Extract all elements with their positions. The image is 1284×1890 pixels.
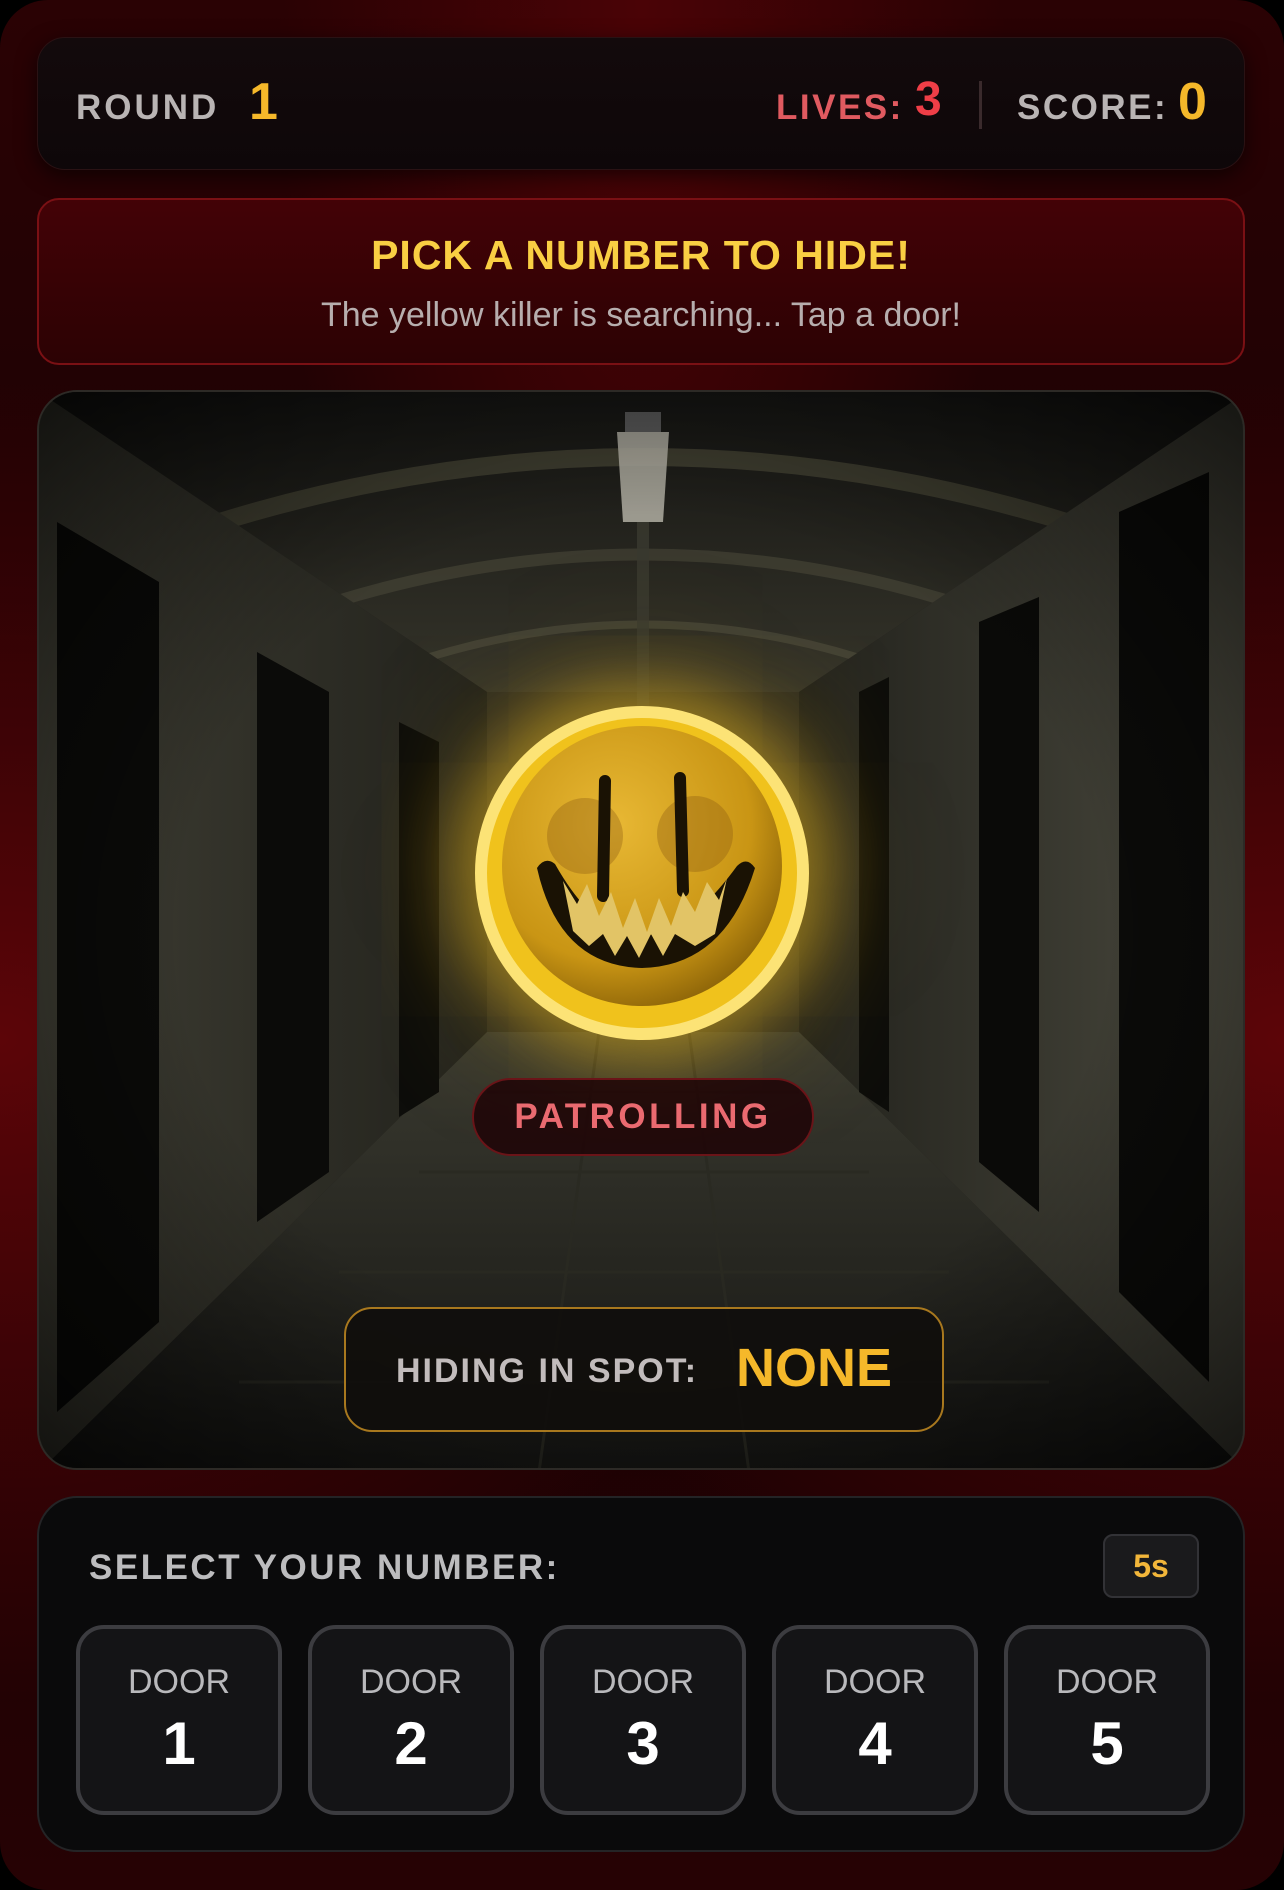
door-button-4[interactable]: DOOR 4: [772, 1625, 978, 1815]
countdown-timer: 5s: [1103, 1534, 1199, 1598]
hiding-spot-label: HIDING IN SPOT:: [396, 1352, 699, 1390]
door-button-3[interactable]: DOOR 3: [540, 1625, 746, 1815]
hallway-scene: PATROLLING HIDING IN SPOT: NONE: [37, 390, 1245, 1470]
select-title: SELECT YOUR NUMBER:: [89, 1548, 560, 1587]
door-label: DOOR: [128, 1663, 230, 1701]
evil-smiley-icon: [475, 706, 809, 1040]
instruction-banner: PICK A NUMBER TO HIDE! The yellow killer…: [37, 198, 1245, 365]
door-row: DOOR 1 DOOR 2 DOOR 3 DOOR 4 DOOR 5: [76, 1625, 1210, 1815]
score-value: 0: [1178, 73, 1207, 131]
number-select-panel: SELECT YOUR NUMBER: 5s DOOR 1 DOOR 2 DOO…: [37, 1496, 1245, 1852]
lives-label: LIVES:: [776, 88, 904, 127]
banner-title: PICK A NUMBER TO HIDE!: [371, 232, 911, 278]
hiding-spot-value: NONE: [736, 1338, 893, 1398]
killer-status-badge: PATROLLING: [472, 1078, 814, 1156]
hud-bar: ROUND 1 LIVES: 3 SCORE: 0: [37, 37, 1245, 170]
hiding-spot-display: HIDING IN SPOT: NONE: [344, 1307, 944, 1432]
door-number: 5: [1090, 1710, 1124, 1777]
door-button-5[interactable]: DOOR 5: [1004, 1625, 1210, 1815]
round-label: ROUND: [76, 88, 220, 127]
banner-subtitle: The yellow killer is searching... Tap a …: [320, 296, 961, 334]
door-label: DOOR: [592, 1663, 694, 1701]
round-value: 1: [249, 73, 278, 131]
door-label: DOOR: [1056, 1663, 1158, 1701]
door-label: DOOR: [824, 1663, 926, 1701]
lives-value: 3: [915, 73, 942, 126]
door-number: 1: [162, 1710, 196, 1777]
door-button-2[interactable]: DOOR 2: [308, 1625, 514, 1815]
door-number: 4: [858, 1710, 892, 1777]
door-number: 3: [626, 1710, 660, 1777]
door-number: 2: [394, 1710, 428, 1777]
score-label: SCORE:: [1017, 88, 1169, 127]
door-label: DOOR: [360, 1663, 462, 1701]
game-screen: ROUND 1 LIVES: 3 SCORE: 0 PICK A NUMBER …: [0, 0, 1284, 1890]
door-button-1[interactable]: DOOR 1: [76, 1625, 282, 1815]
hud-divider: [979, 81, 982, 129]
